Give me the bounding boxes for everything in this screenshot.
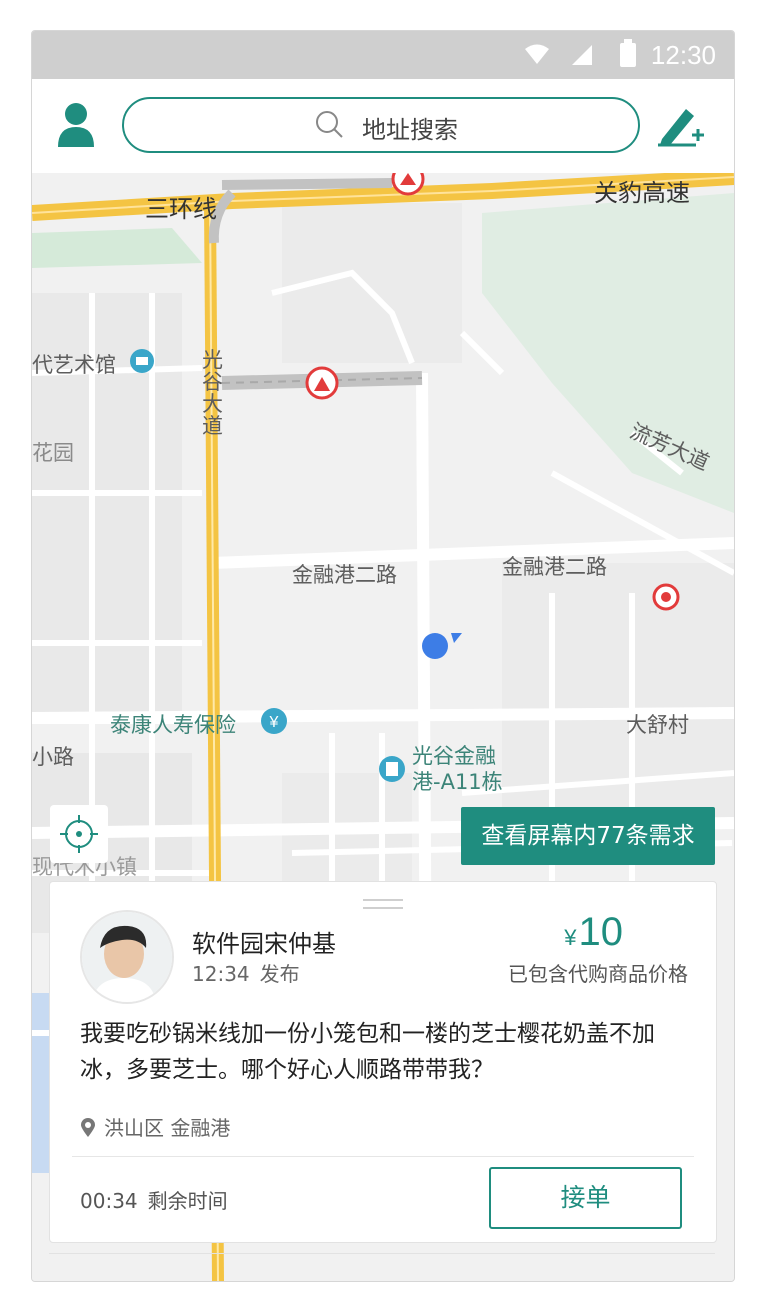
battery-icon: [620, 39, 636, 67]
svg-text:¥: ¥: [269, 714, 279, 731]
construction-icon: [391, 173, 425, 196]
remaining-time: 00:34 剩余时间: [80, 1185, 228, 1214]
user-name: 软件园宋仲基: [192, 930, 336, 958]
publish-label: 发布: [259, 962, 300, 986]
publish-time: 12:34: [192, 962, 250, 986]
map-label-jinrong-road-2: 金融港二路: [502, 555, 607, 579]
status-bar: 12:30: [32, 31, 734, 79]
crosshair-icon: [60, 815, 98, 853]
map-label-taikang: 泰康人寿保险: [110, 713, 236, 737]
card-divider: [72, 1156, 694, 1157]
map-label-guanggu-ave: 光 谷 大 道: [202, 348, 223, 438]
building-icon: [379, 756, 405, 782]
insurance-icon: ¥: [261, 708, 287, 734]
map-label-building-a11: 光谷金融 港-A11栋: [412, 744, 503, 794]
map-label-small-road: 小路: [32, 745, 74, 769]
bottom-divider: [49, 1253, 715, 1254]
drag-handle-icon[interactable]: [363, 897, 403, 911]
publish-info: 12:34 发布: [192, 958, 300, 987]
post-request-icon[interactable]: [656, 103, 706, 147]
construction-icon: [305, 366, 339, 400]
museum-icon: [130, 349, 154, 373]
bank-icon: [652, 583, 680, 611]
wifi-icon: [525, 44, 549, 64]
view-requests-button[interactable]: 查看屏幕内77条需求: [461, 807, 715, 865]
map-label-garden: 花园: [32, 441, 74, 465]
accept-order-button[interactable]: 接单: [489, 1167, 682, 1229]
map-label-dashu: 大舒村: [626, 713, 689, 737]
remaining-time-label: 剩余时间: [147, 1189, 228, 1213]
map-label-museum: 代艺术馆: [32, 353, 116, 377]
order-card[interactable]: 软件园宋仲基 12:34 发布 ¥10 已包含代购商品价格 我要吃砂锅米线加一份小…: [49, 881, 717, 1243]
remaining-time-value: 00:34: [80, 1189, 138, 1213]
locate-me-button[interactable]: [50, 805, 108, 863]
search-input[interactable]: 地址搜索: [122, 97, 640, 153]
map-label-expressway: 关豹高速: [594, 179, 690, 207]
phone-screen: 12:30 地址搜索 ¥ 三环线 关豹高速 代艺术馆 光 谷 大 道 花园 流芳…: [31, 30, 735, 1282]
price-note: 已包含代购商品价格: [508, 962, 688, 986]
price: ¥10: [564, 910, 623, 955]
avatar: [80, 910, 174, 1004]
user-avatar-image: [82, 912, 172, 1002]
user-profile-icon[interactable]: [56, 101, 96, 149]
signal-icon: [572, 45, 592, 65]
map-label-ring-road: 三环线: [145, 195, 217, 223]
currency-symbol: ¥: [564, 925, 577, 950]
map-label-jinrong-road-1: 金融港二路: [292, 563, 397, 587]
order-description: 我要吃砂锅米线加一份小笼包和一楼的芝士樱花奶盖不加冰，多要芝士。哪个好心人顺路带…: [80, 1021, 655, 1083]
status-time: 12:30: [650, 40, 716, 70]
price-value: 10: [578, 910, 624, 954]
search-placeholder: 地址搜索: [362, 116, 458, 144]
order-address: 洪山区 金融港: [80, 1112, 230, 1141]
location-pin-icon: [81, 1118, 95, 1137]
top-bar: 地址搜索: [32, 79, 734, 173]
current-location-marker: [422, 633, 462, 659]
address-text: 洪山区 金融港: [104, 1116, 231, 1140]
search-icon: [316, 111, 343, 138]
